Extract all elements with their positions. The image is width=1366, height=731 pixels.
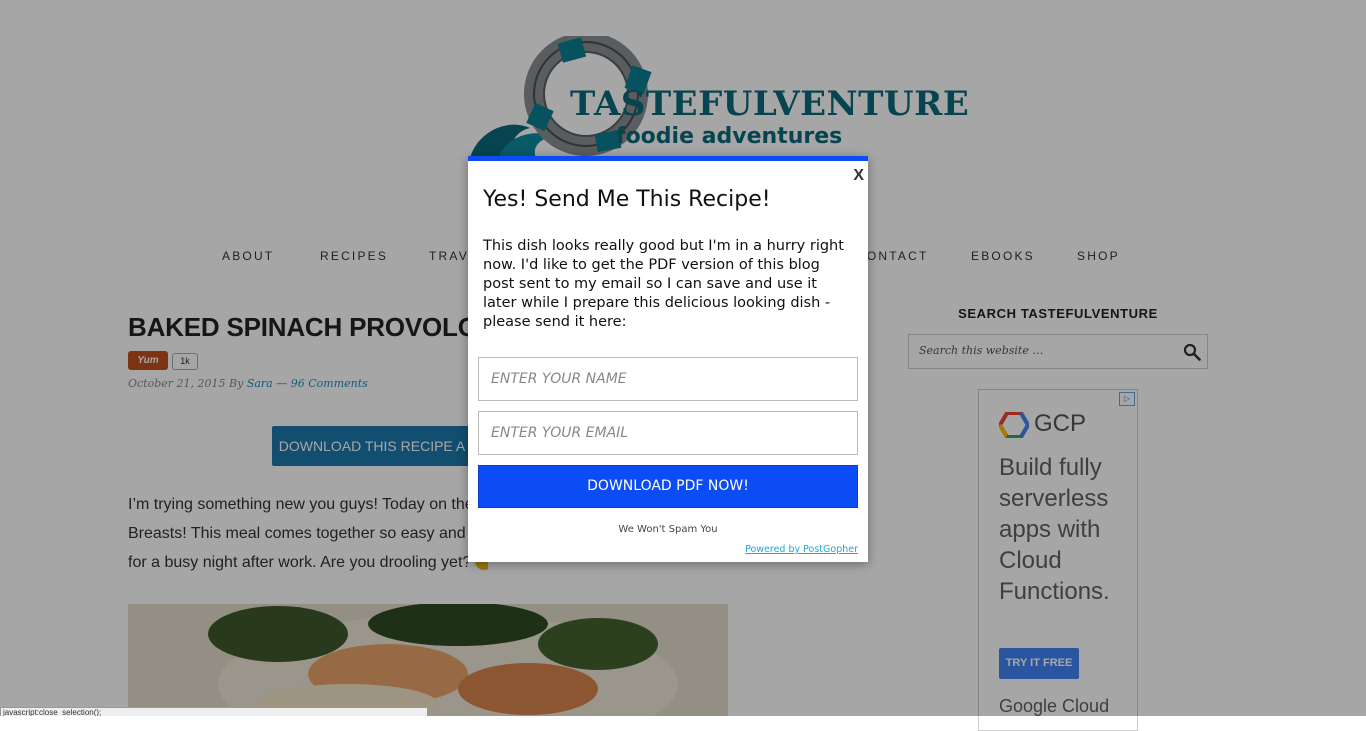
modal-title: Yes! Send Me This Recipe!	[483, 187, 771, 212]
name-placeholder: ENTER YOUR NAME	[491, 371, 627, 387]
modal-description: This dish looks really good but I'm in a…	[483, 238, 844, 330]
download-pdf-button[interactable]: DOWNLOAD PDF NOW!	[478, 465, 858, 508]
powered-by-link[interactable]: Powered by PostGopher	[745, 544, 858, 555]
browser-status-bar: javascript:close_selection();	[0, 707, 428, 716]
name-field[interactable]: ENTER YOUR NAME	[478, 357, 858, 401]
no-spam-note: We Won't Spam You	[618, 524, 718, 535]
email-field[interactable]: ENTER YOUR EMAIL	[478, 411, 858, 455]
recipe-optin-modal: X Yes! Send Me This Recipe! This dish lo…	[468, 156, 868, 562]
email-placeholder: ENTER YOUR EMAIL	[491, 425, 629, 441]
close-button[interactable]: X	[853, 167, 864, 185]
